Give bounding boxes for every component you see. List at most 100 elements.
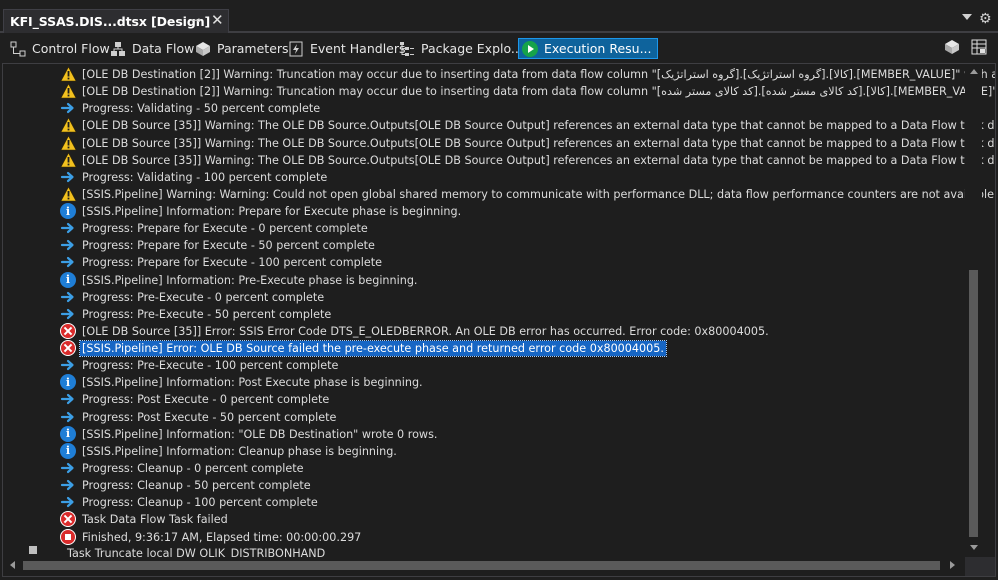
progress-arrow-icon bbox=[60, 237, 77, 254]
log-row[interactable]: Progress: Pre-Execute - 100 percent comp… bbox=[3, 357, 963, 374]
tab-data-flow[interactable]: Data Flow bbox=[110, 38, 194, 59]
log-row[interactable]: [SSIS.Pipeline] Warning: Warning: Could … bbox=[3, 186, 995, 203]
progress-arrow-icon bbox=[60, 220, 77, 237]
log-text: Progress: Cleanup - 50 percent complete bbox=[82, 479, 311, 493]
log-row[interactable]: [OLE DB Source [35]] Warning: The OLE DB… bbox=[3, 152, 995, 169]
scroll-up-icon[interactable] bbox=[970, 69, 978, 74]
tab-label: Data Flow bbox=[132, 41, 195, 56]
log-text: Progress: Pre-Execute - 50 percent compl… bbox=[82, 307, 332, 321]
log-row[interactable]: Finished, 9:36:17 AM, Elapsed time: 00:0… bbox=[3, 528, 963, 546]
log-row[interactable]: i [SSIS.Pipeline] Information: "OLE DB De… bbox=[3, 425, 963, 443]
log-row[interactable]: [OLE DB Destination [2]] Warning: Trunca… bbox=[3, 66, 995, 83]
execution-results-pane[interactable]: [OLE DB Destination [2]] Warning: Trunca… bbox=[2, 63, 996, 577]
pin-icon[interactable]: ⊸ bbox=[191, 13, 201, 27]
log-text: Progress: Validating - 100 percent compl… bbox=[82, 170, 328, 184]
scroll-right-icon[interactable] bbox=[950, 561, 955, 569]
log-text: [SSIS.Pipeline] Information: Post Execut… bbox=[82, 376, 423, 390]
log-row[interactable]: [OLE DB Destination [2]] Warning: Trunca… bbox=[3, 83, 995, 100]
progress-arrow-icon bbox=[60, 494, 77, 511]
progress-arrow-icon bbox=[60, 460, 77, 477]
control-flow-icon bbox=[10, 41, 26, 57]
log-row[interactable]: Progress: Validating - 50 percent comple… bbox=[3, 100, 963, 117]
log-row[interactable]: i [SSIS.Pipeline] Information: Post Execu… bbox=[3, 374, 963, 391]
log-text: Progress: Cleanup - 100 percent complete bbox=[82, 496, 318, 510]
log-row-selected[interactable]: [SSIS.Pipeline] Error: OLE DB Source fai… bbox=[3, 340, 963, 358]
progress-arrow-icon bbox=[60, 254, 77, 271]
tab-list-dropdown-icon[interactable] bbox=[962, 14, 972, 20]
log-row[interactable]: [OLE DB Source [35]] Warning: The OLE DB… bbox=[3, 117, 995, 134]
progress-arrow-icon bbox=[60, 391, 77, 408]
tab-label: Parameters bbox=[217, 41, 289, 56]
progress-arrow-icon bbox=[60, 306, 77, 323]
log-row[interactable]: Progress: Cleanup - 50 percent complete bbox=[3, 477, 963, 494]
log-text: Progress: Pre-Execute - 0 percent comple… bbox=[82, 290, 325, 304]
log-text: Progress: Post Execute - 50 percent comp… bbox=[82, 410, 337, 424]
log-row[interactable]: Progress: Prepare for Execute - 0 percen… bbox=[3, 220, 963, 237]
parameters-icon bbox=[195, 41, 211, 57]
log-row[interactable]: Progress: Post Execute - 0 percent compl… bbox=[3, 391, 963, 408]
variables-icon[interactable] bbox=[944, 39, 960, 59]
document-tab-title: KFI_SSAS.DIS...dtsx [Design] bbox=[10, 14, 211, 29]
progress-arrow-icon bbox=[60, 409, 77, 426]
log-text: Finished, 9:36:17 AM, Elapsed time: 00:0… bbox=[82, 530, 362, 544]
log-text: [OLE DB Source [35]] Warning: The OLE DB… bbox=[82, 119, 995, 133]
stop-icon bbox=[60, 528, 77, 546]
document-tab-strip: KFI_SSAS.DIS...dtsx [Design] ⊸ ✕ ⚙ bbox=[0, 0, 998, 33]
log-row[interactable]: Progress: Validating - 100 percent compl… bbox=[3, 169, 963, 186]
document-tab[interactable]: KFI_SSAS.DIS...dtsx [Design] ⊸ ✕ bbox=[3, 9, 229, 33]
tab-label: Control Flow bbox=[32, 41, 110, 56]
log-row[interactable]: Progress: Pre-Execute - 0 percent comple… bbox=[3, 289, 963, 306]
log-row[interactable]: Progress: Prepare for Execute - 100 perc… bbox=[3, 254, 963, 271]
progress-arrow-icon bbox=[60, 477, 77, 494]
tab-package-explorer[interactable]: Package Explo... bbox=[399, 38, 523, 59]
log-row[interactable]: i [SSIS.Pipeline] Information: Pre-Execut… bbox=[3, 271, 963, 289]
log-row[interactable]: Progress: Prepare for Execute - 50 perce… bbox=[3, 237, 963, 254]
log-row[interactable]: Progress: Pre-Execute - 50 percent compl… bbox=[3, 306, 963, 323]
toolbox-grid-icon[interactable] bbox=[971, 39, 987, 59]
tab-event-handlers[interactable]: Event Handlers bbox=[288, 38, 406, 59]
log-text: Progress: Prepare for Execute - 100 perc… bbox=[82, 256, 383, 270]
log-row[interactable]: i [SSIS.Pipeline] Information: Cleanup ph… bbox=[3, 442, 963, 460]
log-text: [SSIS.Pipeline] Information: Cleanup pha… bbox=[82, 444, 397, 458]
log-row[interactable]: Progress: Cleanup - 100 percent complete bbox=[3, 494, 963, 511]
log-row[interactable]: i [SSIS.Pipeline] Information: Prepare fo… bbox=[3, 203, 963, 220]
vertical-scrollbar[interactable] bbox=[965, 64, 982, 557]
close-icon[interactable]: ✕ bbox=[211, 11, 224, 29]
scroll-left-icon[interactable] bbox=[10, 561, 15, 569]
log-row[interactable]: Task Data Flow Task failed bbox=[3, 511, 963, 528]
tab-label: Event Handlers bbox=[310, 41, 406, 56]
scrollbar-corner bbox=[965, 557, 995, 576]
warning-icon bbox=[60, 117, 77, 134]
log-row[interactable]: Progress: Post Execute - 50 percent comp… bbox=[3, 409, 963, 426]
log-text: Progress: Validating - 50 percent comple… bbox=[82, 102, 321, 116]
error-icon bbox=[60, 322, 77, 340]
warning-icon bbox=[60, 134, 77, 152]
log-text: [SSIS.Pipeline] Warning: Warning: Could … bbox=[82, 187, 995, 201]
info-icon: i bbox=[60, 374, 77, 391]
log-row[interactable]: Progress: Cleanup - 0 percent complete bbox=[3, 460, 963, 477]
tab-parameters[interactable]: Parameters bbox=[195, 38, 289, 59]
warning-icon bbox=[60, 152, 77, 169]
tab-control-flow[interactable]: Control Flow bbox=[10, 38, 110, 59]
log-text: [OLE DB Source [35]] Error: SSIS Error C… bbox=[82, 324, 769, 338]
tab-execution-results[interactable]: Execution Resu... bbox=[518, 38, 659, 59]
log-text: Task Data Flow Task failed bbox=[82, 513, 228, 527]
log-text: [OLE DB Destination [2]] Warning: Trunca… bbox=[82, 68, 995, 81]
gear-icon[interactable]: ⚙ bbox=[979, 11, 992, 27]
log-text: [SSIS.Pipeline] Error: OLE DB Source fai… bbox=[79, 340, 667, 358]
info-icon: i bbox=[60, 442, 77, 460]
scroll-thumb[interactable] bbox=[969, 270, 978, 537]
tab-label: Package Explo... bbox=[421, 41, 523, 56]
warning-icon bbox=[60, 66, 77, 83]
tree-collapse-icon[interactable] bbox=[29, 546, 37, 554]
log-text: [OLE DB Source [35]] Warning: The OLE DB… bbox=[82, 153, 995, 167]
horizontal-scrollbar[interactable] bbox=[3, 557, 965, 574]
error-icon bbox=[60, 340, 77, 357]
designer-toolbar: Control Flow Data Flow Parameters Event … bbox=[0, 35, 998, 62]
log-text: [SSIS.Pipeline] Information: Pre-Execute… bbox=[82, 273, 418, 287]
log-text: [OLE DB Source [35]] Warning: The OLE DB… bbox=[82, 136, 995, 150]
log-row[interactable]: [OLE DB Source [35]] Warning: The OLE DB… bbox=[3, 134, 995, 152]
scroll-down-icon[interactable] bbox=[970, 545, 978, 550]
log-row[interactable]: [OLE DB Source [35]] Error: SSIS Error C… bbox=[3, 322, 963, 340]
scroll-thumb-horizontal[interactable] bbox=[23, 561, 940, 570]
